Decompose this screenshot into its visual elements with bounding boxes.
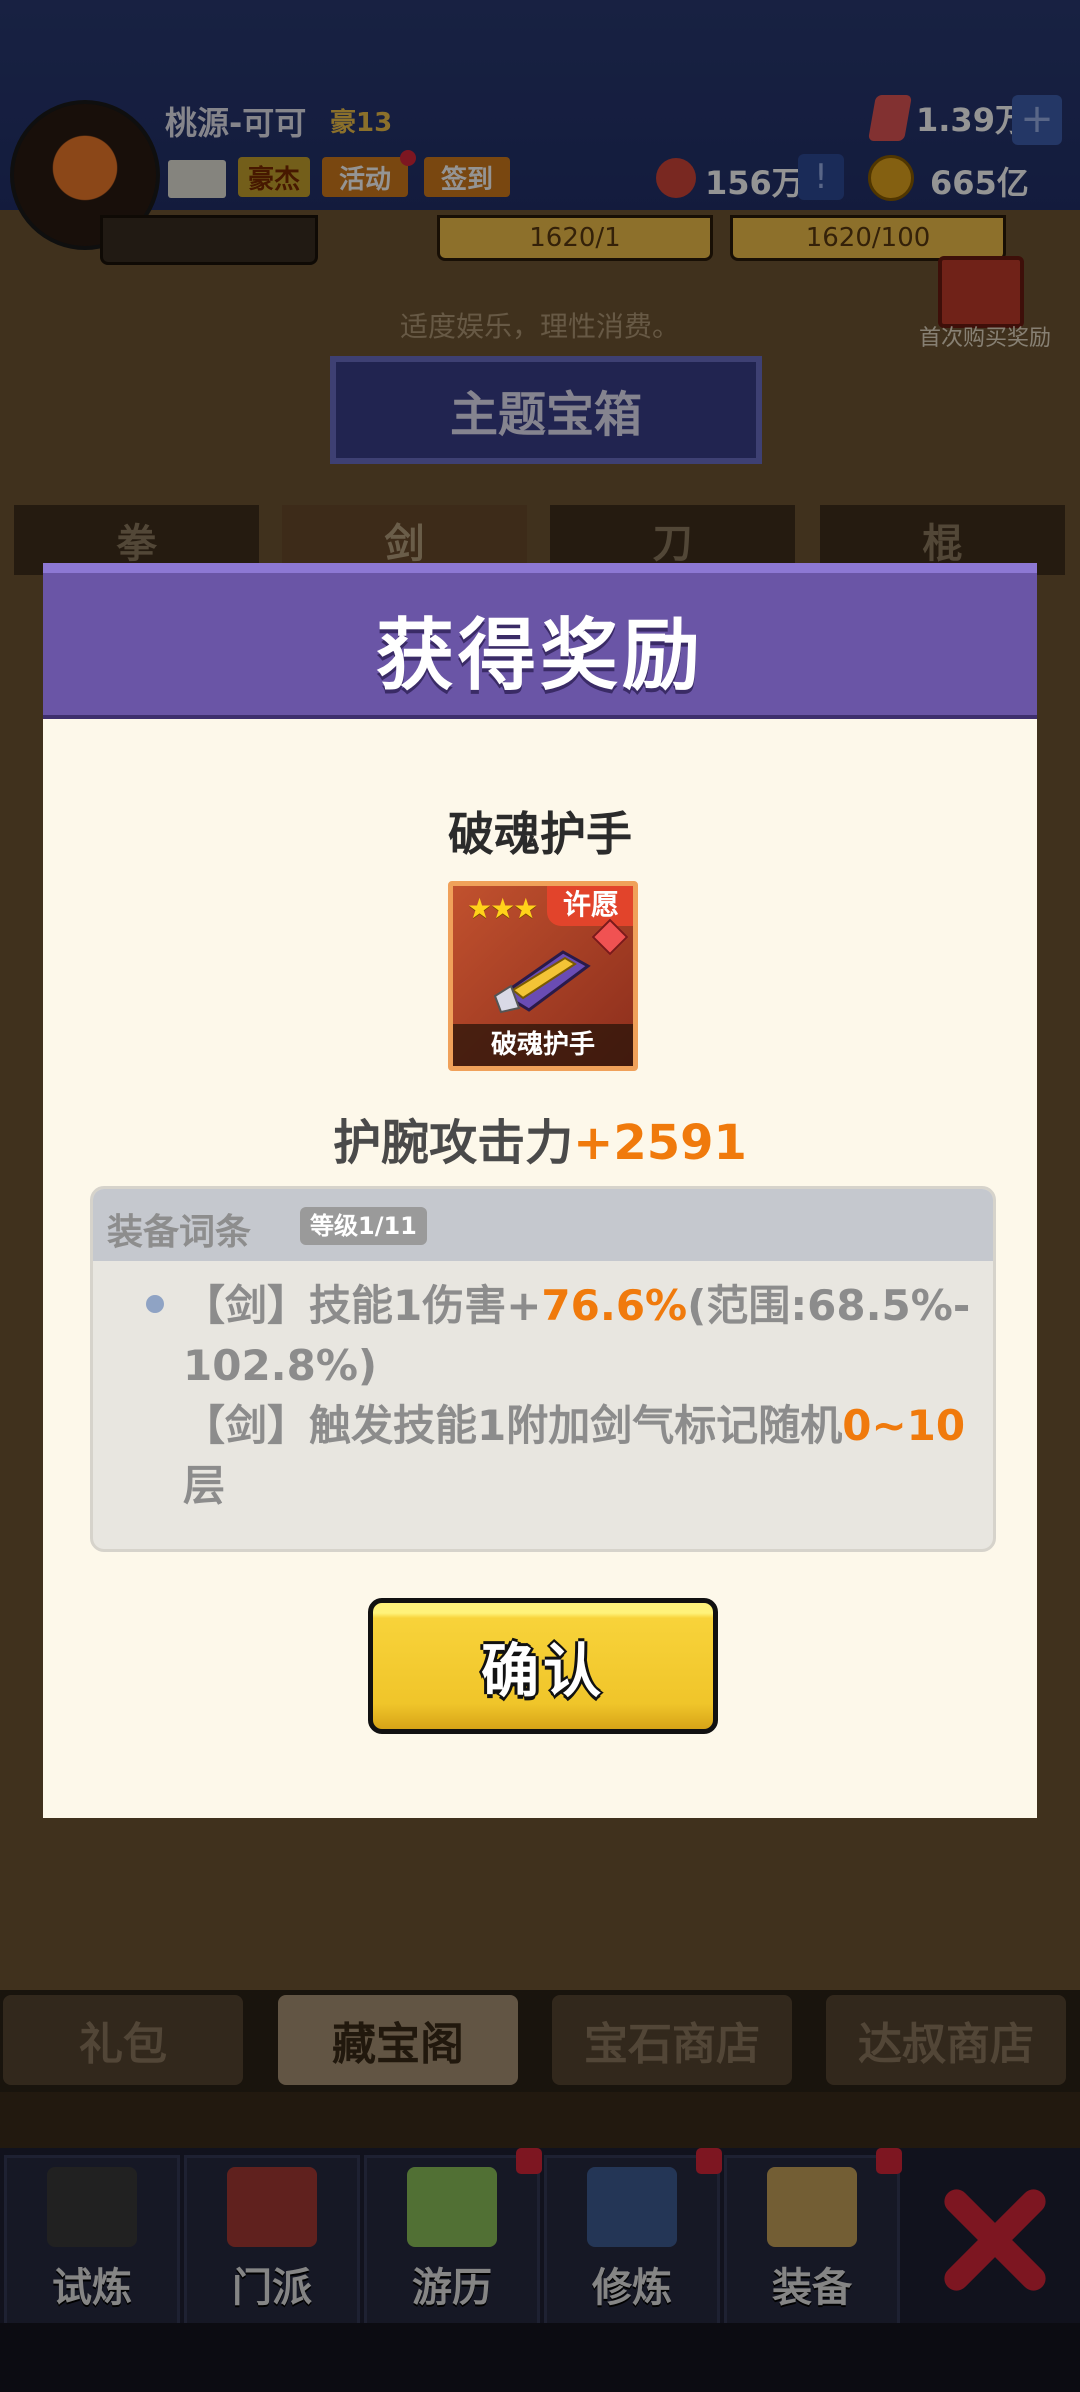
gauntlet-icon [493, 950, 591, 1014]
star-rating: ★★★ [467, 892, 538, 925]
affix-panel: 装备词条 等级1/11 【剑】技能1伤害+76.6%(范围:68.5%-102.… [90, 1186, 996, 1552]
stat-line: 护腕攻击力+2591 [43, 1103, 1037, 1173]
affix-description: 【剑】技能1伤害+76.6%(范围:68.5%-102.8%) 【剑】触发技能1附… [183, 1276, 973, 1516]
affix-line1-value: 76.6% [541, 1281, 688, 1330]
affix-line2-prefix: 【剑】触发技能1附加剑气标记随机 [183, 1401, 843, 1450]
bullet-icon [146, 1295, 164, 1313]
reward-item-label: 破魂护手 [453, 1024, 633, 1066]
affix-title: 装备词条 [107, 1212, 252, 1253]
dialog-title: 获得奖励 [375, 611, 704, 701]
stat-value: +2591 [573, 1115, 747, 1171]
reward-item-name: 破魂护手 [448, 807, 632, 861]
affix-line2-suffix: 层 [183, 1461, 226, 1510]
stat-label: 护腕攻击力 [333, 1115, 574, 1171]
reward-item-card[interactable]: ★★★ 许愿 破魂护手 [448, 881, 638, 1071]
affix-line1-prefix: 【剑】技能1伤害+ [183, 1281, 542, 1330]
affix-line2-value: 0~10 [842, 1401, 966, 1450]
wish-badge: 许愿 [547, 886, 633, 926]
confirm-button[interactable]: 确认 [368, 1598, 718, 1734]
reward-dialog: 获得奖励 破魂护手 ★★★ 许愿 破魂护手 护腕攻击力+2591 装备词条 等级… [43, 563, 1037, 1818]
confirm-label: 确认 [480, 1637, 605, 1705]
affix-level-badge: 等级1/11 [300, 1207, 427, 1245]
